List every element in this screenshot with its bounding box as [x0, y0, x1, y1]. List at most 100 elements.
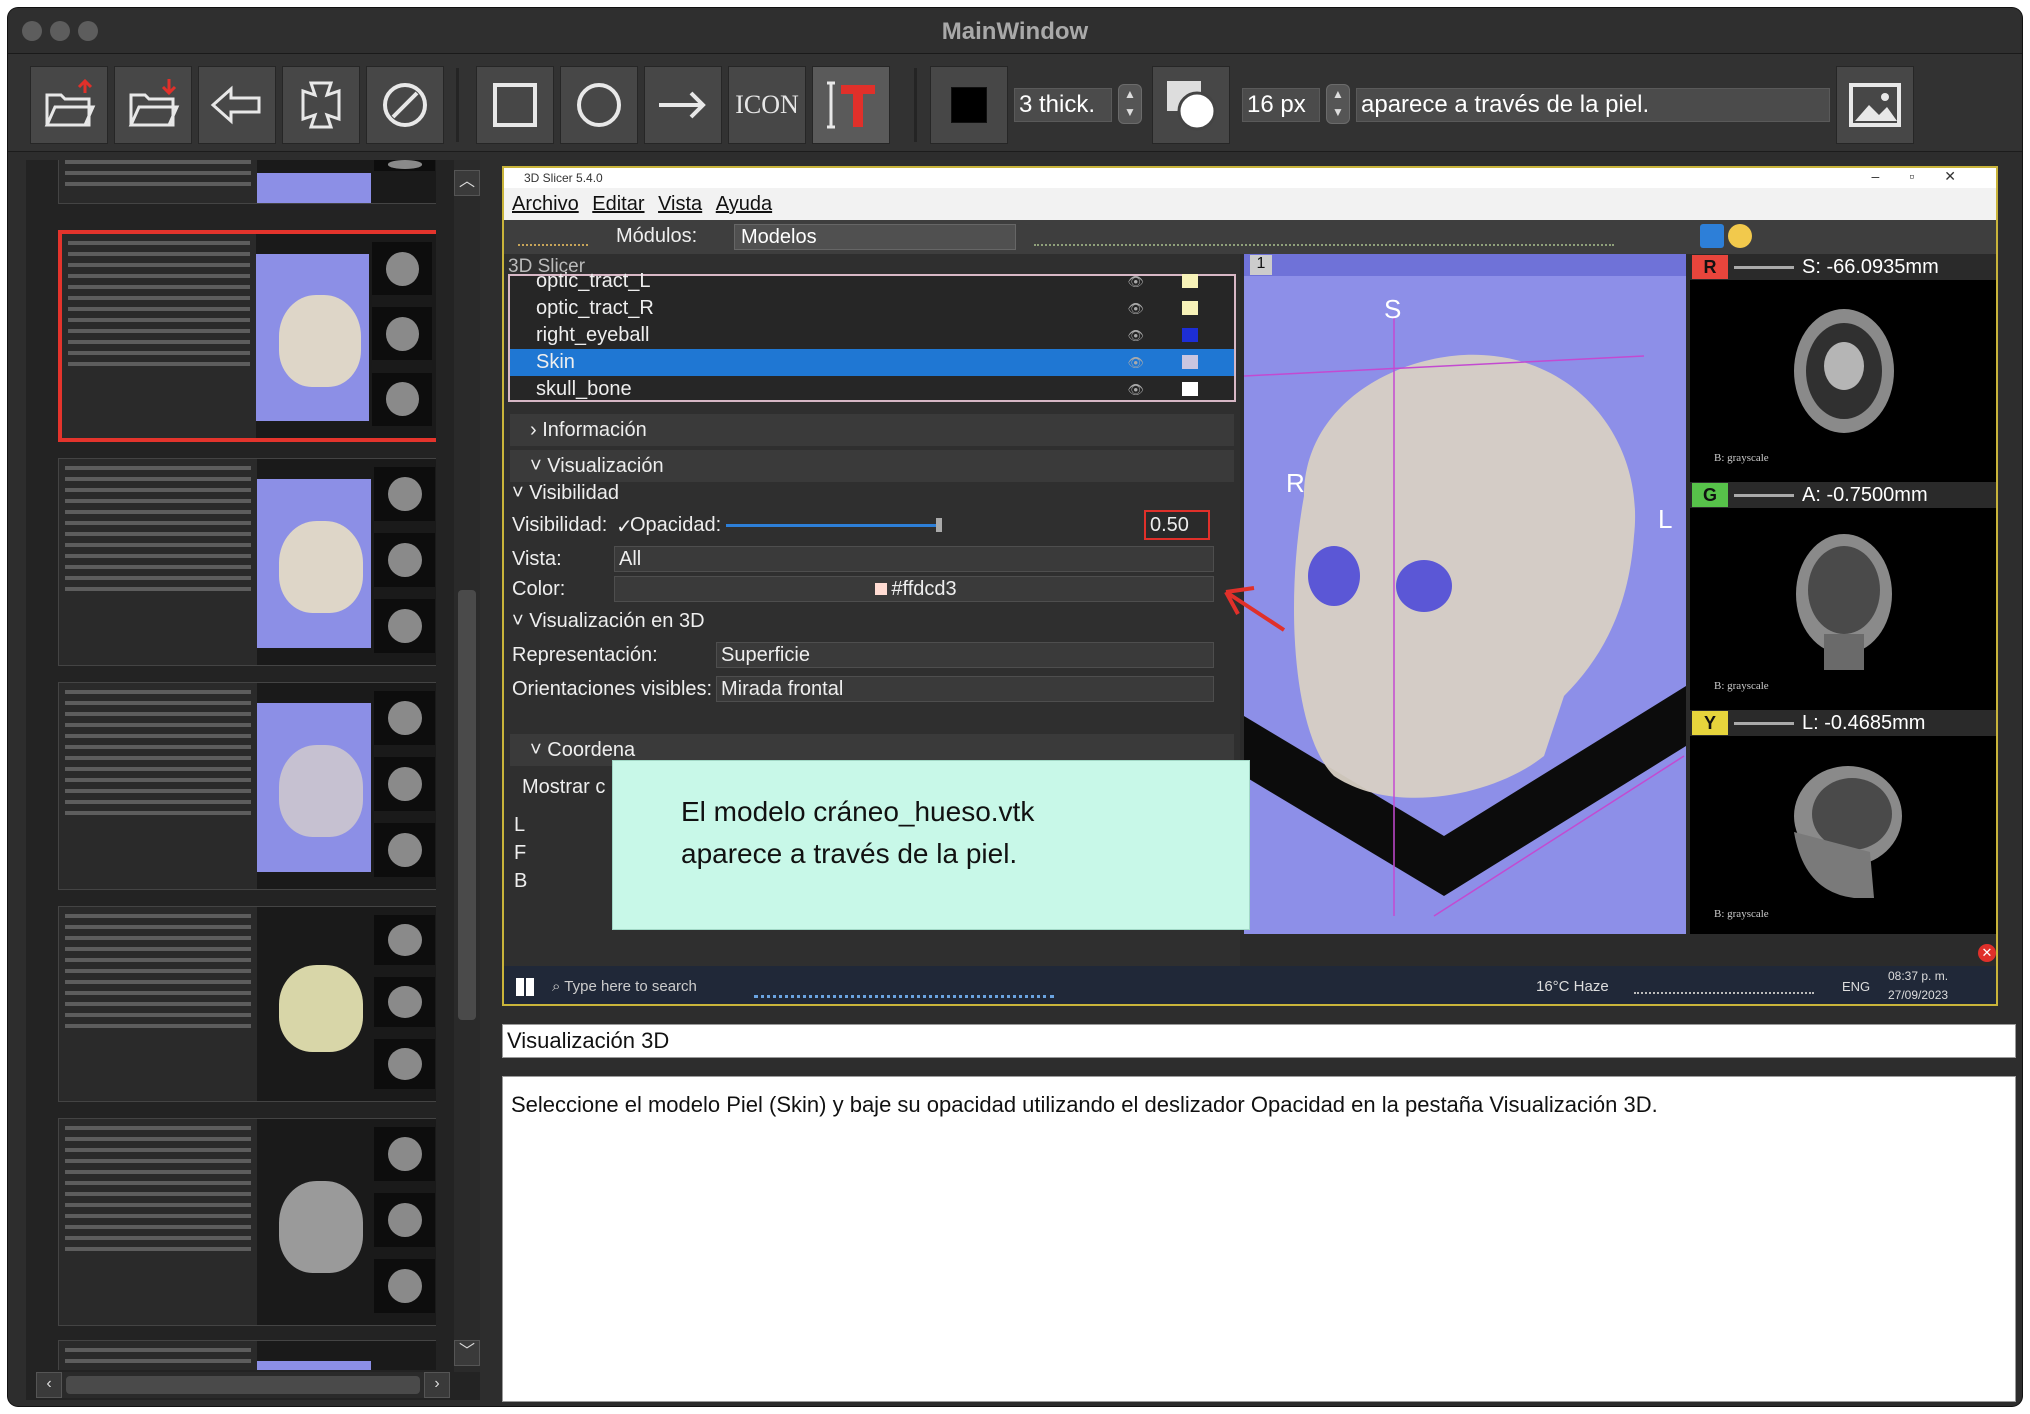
slide-thumbnails: [36, 160, 436, 1370]
representation-dropdown[interactable]: Superficie: [716, 642, 1214, 668]
annotation-text-field[interactable]: aparece a través de la piel.: [1356, 88, 1830, 122]
slicer-tool-icons[interactable]: [1034, 228, 1614, 246]
taskbar-date[interactable]: 27/09/2023: [1888, 988, 1948, 1002]
menu-editar[interactable]: Editar: [592, 193, 644, 215]
back-button[interactable]: [198, 66, 276, 144]
slice-views: R S: -66.0935mm B: grayscale G A: -0.7500m…: [1690, 254, 1996, 934]
axis-s-label: S: [1384, 294, 1402, 324]
section-visibilidad[interactable]: ˅ Visibilidad: [512, 482, 619, 505]
lut-label: B: grayscale: [1714, 452, 1769, 464]
model-row[interactable]: right_eyeball 👁: [510, 322, 1234, 349]
taskbar-weather[interactable]: 16°C Haze: [1536, 978, 1609, 995]
rectangle-tool-button[interactable]: [476, 66, 554, 144]
text-tool-button[interactable]: [812, 66, 890, 144]
menu-ayuda[interactable]: Ayuda: [716, 193, 772, 215]
model-row[interactable]: optic_tract_L 👁: [510, 268, 1234, 295]
thickness-stepper[interactable]: ▲ ▼: [1118, 84, 1142, 124]
modules-label: Módulos:: [616, 225, 698, 247]
scroll-left-icon[interactable]: ‹: [36, 1372, 62, 1398]
fill-style-button[interactable]: [1152, 66, 1230, 144]
slide-thumbnail[interactable]: [58, 906, 436, 1102]
eye-icon: 👁: [1127, 301, 1144, 316]
slide-thumbnail[interactable]: [58, 682, 436, 890]
callout-line-2: aparece a través de la piel.: [681, 838, 1018, 869]
arrow-tool-button[interactable]: [644, 66, 722, 144]
color-swatch: [951, 87, 987, 123]
opacity-slider-handle[interactable]: [936, 518, 942, 532]
slide-thumbnail[interactable]: [58, 1340, 436, 1370]
model-row[interactable]: skull_bone 👁: [510, 376, 1234, 403]
main-window: MainWindow ICON 3 thick. ▲ ▼ 16 px ▲ ▼ a…: [8, 8, 2022, 1406]
taskbar-time[interactable]: 08:37 p. m.: [1888, 969, 1948, 983]
color-picker-button[interactable]: [930, 66, 1008, 144]
section-visualizacion[interactable]: ˅ Visualización: [510, 450, 1234, 482]
rectangle-icon: [493, 83, 537, 127]
yellow-slice-bar[interactable]: Y L: -0.4685mm: [1690, 710, 1996, 736]
sagittal-slice[interactable]: [1784, 752, 1904, 902]
scroll-up-icon[interactable]: ︿: [454, 170, 480, 196]
font-size-stepper[interactable]: ▲ ▼: [1326, 84, 1350, 124]
section-3d[interactable]: ˅ Visualización en 3D: [512, 610, 705, 633]
opacity-field[interactable]: 0.50: [1144, 510, 1210, 540]
axial-slice[interactable]: [1784, 296, 1904, 446]
slide-thumbnail[interactable]: [58, 458, 436, 666]
layout-icon[interactable]: [1700, 224, 1724, 248]
clear-button[interactable]: [366, 66, 444, 144]
ellipse-tool-button[interactable]: [560, 66, 638, 144]
image-icon: [1849, 83, 1901, 127]
scroll-thumb[interactable]: [458, 590, 476, 1020]
model-row-selected[interactable]: Skin 👁: [510, 349, 1234, 376]
folder-import-icon: [128, 79, 180, 127]
toolbar-separator: [456, 68, 459, 142]
section-informacion[interactable]: › Información: [510, 414, 1234, 446]
module-selector[interactable]: Modelos: [734, 224, 1016, 250]
model-row[interactable]: optic_tract_R 👁: [510, 295, 1234, 322]
insert-image-button[interactable]: [1836, 66, 1914, 144]
step-title-field[interactable]: Visualización 3D: [502, 1024, 2016, 1058]
orientations-dropdown[interactable]: Mirada frontal: [716, 676, 1214, 702]
callout-box[interactable]: El modelo cráneo_hueso.vtk aparece a tra…: [612, 760, 1250, 930]
slide-thumbnail-selected[interactable]: [58, 230, 436, 442]
view-number[interactable]: 1: [1250, 255, 1272, 275]
slide-thumbnail[interactable]: [58, 160, 436, 204]
color-label: Color:: [512, 578, 566, 600]
color-button[interactable]: #ffdcd3: [614, 576, 1214, 602]
h-scroll-thumb[interactable]: [66, 1376, 420, 1394]
red-slice-bar[interactable]: R S: -66.0935mm: [1690, 254, 1996, 280]
font-size-field[interactable]: 16 px: [1242, 88, 1320, 122]
slicer-data-icons[interactable]: [518, 228, 588, 246]
scroll-down-icon[interactable]: ﹀: [454, 1340, 480, 1366]
3d-view[interactable]: 1 S R L: [1244, 254, 1686, 934]
3d-view-bar: [1244, 254, 1686, 276]
open-file-button[interactable]: [30, 66, 108, 144]
thickness-field[interactable]: 3 thick.: [1014, 88, 1112, 122]
eye-icon: 👁: [1127, 328, 1144, 343]
horizontal-scrollbar[interactable]: ‹ ›: [36, 1372, 450, 1398]
windows-start-icon[interactable]: [516, 978, 534, 996]
opacity-slider[interactable]: [726, 524, 936, 527]
close-badge-icon[interactable]: ✕: [1978, 944, 1996, 962]
icon-tool-button[interactable]: ICON: [728, 66, 806, 144]
crop-button[interactable]: [282, 66, 360, 144]
taskbar-tray-icons[interactable]: [1634, 980, 1814, 994]
model-tree: optic_tract_L 👁 optic_tract_R 👁 right_eyeb…: [508, 270, 1236, 403]
arrow-left-icon: [210, 85, 261, 125]
coronal-slice[interactable]: [1784, 524, 1904, 674]
show-checkbox-label[interactable]: Mostrar c: [522, 776, 605, 799]
menu-archivo[interactable]: Archivo: [512, 193, 579, 215]
slide-thumbnail[interactable]: [58, 1118, 436, 1326]
scroll-right-icon[interactable]: ›: [424, 1372, 450, 1398]
taskbar-app-icons[interactable]: [754, 976, 1054, 998]
python-icon[interactable]: [1728, 224, 1752, 248]
step-description-field[interactable]: Seleccione el modelo Piel (Skin) y baje …: [502, 1076, 2016, 1402]
vertical-scrollbar[interactable]: ︿ ﹀: [454, 160, 480, 1372]
menu-vista[interactable]: Vista: [658, 193, 702, 215]
windows-taskbar: ⌕ Type here to search 16°C Haze ENG 08:3…: [504, 966, 1996, 1004]
taskbar-search[interactable]: ⌕ Type here to search: [552, 966, 752, 1004]
slides-panel: ︿ ﹀ ‹ ›: [26, 160, 480, 1400]
green-slice-bar[interactable]: G A: -0.7500mm: [1690, 482, 1996, 508]
view-dropdown[interactable]: All: [614, 546, 1214, 572]
taskbar-lang[interactable]: ENG: [1842, 979, 1870, 994]
color-swatch-small: [875, 583, 888, 595]
import-button[interactable]: [114, 66, 192, 144]
